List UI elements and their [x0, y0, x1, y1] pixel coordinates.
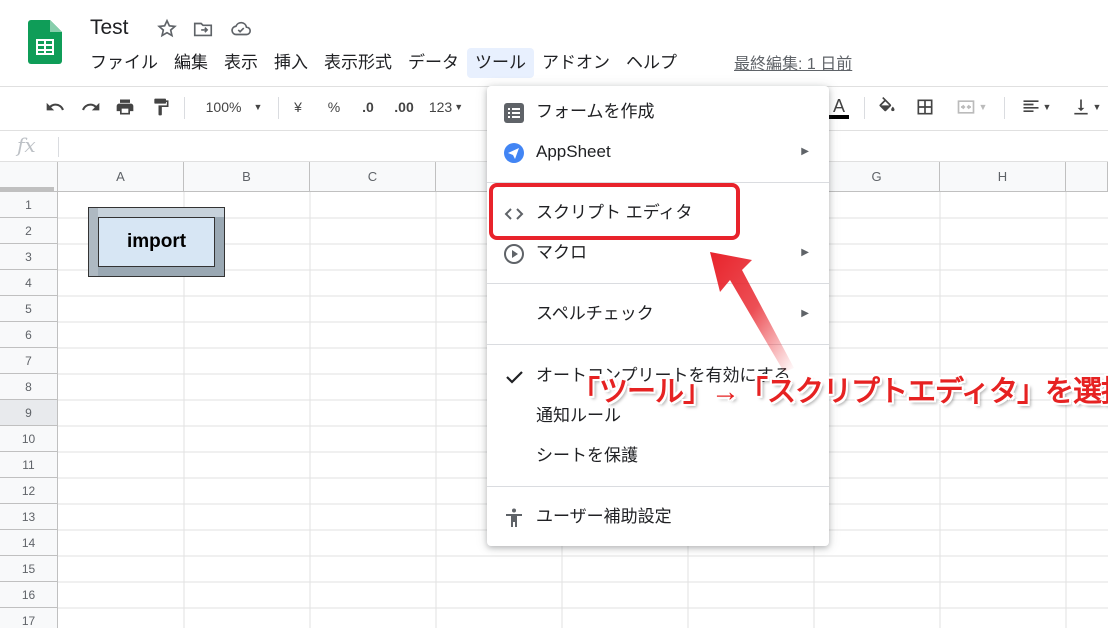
menu-addons[interactable]: アドオン	[534, 48, 618, 78]
sheets-window: Test ファイル 編集 表示 挿入 表示形式 データ ツール アドオン ヘルプ…	[0, 0, 1108, 628]
accessibility-icon	[506, 508, 522, 527]
borders-icon[interactable]	[912, 95, 938, 119]
column-header-b[interactable]: B	[184, 162, 310, 192]
menu-item-label: スペルチェック	[536, 304, 654, 323]
redo-icon[interactable]	[78, 95, 104, 119]
column-header-h[interactable]: H	[940, 162, 1066, 192]
sheets-logo-icon[interactable]	[28, 20, 62, 64]
menu-item-label: マクロ	[536, 243, 587, 262]
formula-divider	[58, 137, 59, 157]
column-header-next[interactable]	[1066, 162, 1108, 192]
annotation-arrow-icon	[710, 252, 794, 372]
decrease-decimal-button[interactable]: .0	[356, 95, 380, 119]
svg-text:A: A	[833, 96, 845, 116]
vertical-align-icon[interactable]: ▼	[1064, 95, 1108, 119]
menu-edit[interactable]: 編集	[166, 48, 216, 78]
appsheet-icon	[504, 143, 524, 163]
annotation-caption: 「ツール」→「スクリプトエディタ」を選択	[571, 376, 1108, 408]
menubar: ファイル 編集 表示 挿入 表示形式 データ ツール アドオン ヘルプ	[82, 48, 685, 78]
row-header[interactable]: 15	[0, 556, 58, 582]
menu-item-label: ユーザー補助設定	[536, 507, 672, 526]
column-header-a[interactable]: A	[58, 162, 184, 192]
row-header[interactable]: 1	[0, 192, 58, 218]
play-circle-icon	[504, 244, 524, 264]
column-header-g[interactable]: G	[814, 162, 940, 192]
currency-button[interactable]: ¥	[288, 95, 308, 119]
column-header-c[interactable]: C	[310, 162, 436, 192]
more-formats-label: 123	[428, 99, 453, 115]
menu-item-accessibility[interactable]: ユーザー補助設定	[487, 499, 829, 535]
import-button[interactable]: import	[88, 207, 225, 277]
toolbar-divider	[864, 97, 865, 119]
toolbar-divider	[1004, 97, 1005, 119]
menu-item-appsheet[interactable]: AppSheet ▶	[487, 134, 829, 170]
menu-item-create-form[interactable]: フォームを作成	[487, 94, 829, 130]
menu-file[interactable]: ファイル	[82, 48, 166, 78]
submenu-arrow-icon: ▶	[801, 146, 809, 157]
row-header[interactable]: 7	[0, 348, 58, 374]
toolbar-divider	[278, 97, 279, 119]
button-bevel	[89, 208, 224, 217]
star-icon[interactable]	[156, 18, 178, 40]
increase-decimal-button[interactable]: .00	[390, 95, 418, 119]
chevron-down-icon: ▼	[253, 102, 263, 112]
undo-icon[interactable]	[42, 95, 68, 119]
checkmark-icon	[506, 371, 523, 384]
toolbar-divider	[184, 97, 185, 119]
button-bevel	[89, 208, 98, 276]
fill-color-icon[interactable]	[874, 95, 900, 119]
chevron-down-icon: ▼	[978, 102, 988, 112]
menu-item-label: シートを保護	[536, 446, 638, 465]
move-folder-icon[interactable]	[192, 18, 214, 40]
menu-item-protect-sheet[interactable]: シートを保護	[487, 438, 829, 474]
paint-format-icon[interactable]	[148, 95, 174, 119]
row-header[interactable]: 14	[0, 530, 58, 556]
row-header[interactable]: 12	[0, 478, 58, 504]
row-header[interactable]: 10	[0, 426, 58, 452]
row-header[interactable]: 16	[0, 582, 58, 608]
menu-help[interactable]: ヘルプ	[618, 48, 685, 78]
percent-button[interactable]: %	[323, 95, 345, 119]
menu-view[interactable]: 表示	[216, 48, 266, 78]
row-header[interactable]: 13	[0, 504, 58, 530]
zoom-value: 100%	[205, 99, 242, 115]
zoom-select[interactable]: 100% ▼	[198, 95, 270, 119]
row-header[interactable]: 4	[0, 270, 58, 296]
chevron-down-icon: ▼	[1042, 102, 1052, 112]
select-all-corner[interactable]	[0, 162, 58, 192]
row-header[interactable]: 8	[0, 374, 58, 400]
form-icon	[504, 103, 524, 123]
merge-cells-icon[interactable]: ▼	[950, 95, 992, 119]
chevron-down-icon: ▼	[1092, 102, 1102, 112]
row-header[interactable]: 2	[0, 218, 58, 244]
row-header[interactable]: 17	[0, 608, 58, 628]
cloud-saved-icon[interactable]	[230, 18, 252, 40]
menu-insert[interactable]: 挿入	[266, 48, 316, 78]
last-edit-link[interactable]: 最終編集: 1 日前	[734, 50, 852, 74]
row-header[interactable]: 9	[0, 400, 58, 426]
row-header[interactable]: 11	[0, 452, 58, 478]
row-header[interactable]: 6	[0, 322, 58, 348]
script-editor-highlight	[489, 183, 740, 240]
horizontal-align-icon[interactable]: ▼	[1014, 95, 1058, 119]
chevron-down-icon: ▼	[454, 102, 464, 112]
menu-divider	[487, 486, 829, 487]
text-color-icon[interactable]: A	[826, 95, 852, 119]
menu-item-label: フォームを作成	[536, 102, 655, 121]
header: Test ファイル 編集 表示 挿入 表示形式 データ ツール アドオン ヘルプ…	[0, 0, 1108, 84]
menu-tools[interactable]: ツール	[467, 48, 534, 78]
menu-item-label: AppSheet	[536, 142, 611, 161]
menu-data[interactable]: データ	[400, 48, 467, 78]
row-header[interactable]: 3	[0, 244, 58, 270]
more-formats-button[interactable]: 123 ▼	[424, 95, 468, 119]
menu-format[interactable]: 表示形式	[316, 48, 400, 78]
print-icon[interactable]	[112, 95, 138, 119]
document-title[interactable]: Test	[90, 16, 129, 40]
fx-icon: fx	[17, 133, 36, 157]
import-button-label: import	[98, 217, 215, 267]
row-header[interactable]: 5	[0, 296, 58, 322]
